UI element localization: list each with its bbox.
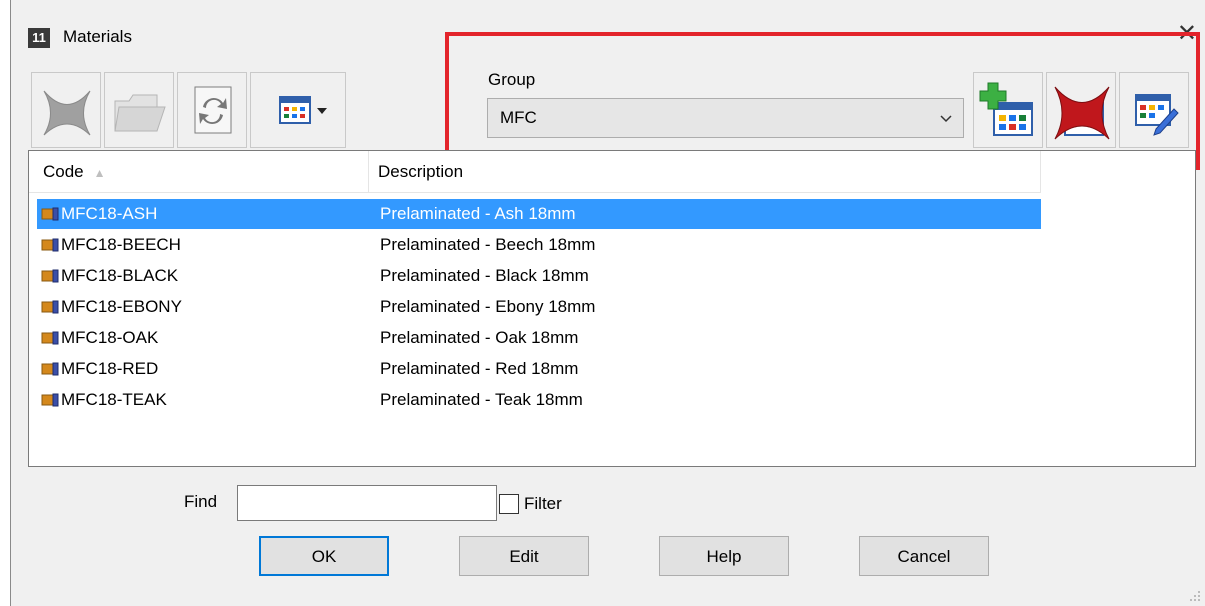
list-row[interactable]: MFC18-BLACK Prelaminated - Black 18mm <box>37 261 1041 291</box>
chevron-down-icon <box>940 115 952 123</box>
row-code: MFC18-RED <box>61 359 159 378</box>
column-header-description-label: Description <box>378 162 464 181</box>
material-icon <box>41 300 59 314</box>
row-code: MFC18-ASH <box>61 204 158 223</box>
close-button[interactable]: ✕ <box>1177 22 1197 46</box>
row-description: Prelaminated - Black 18mm <box>380 266 589 285</box>
row-description: Prelaminated - Beech 18mm <box>380 235 596 254</box>
group-selected-value: MFC <box>500 108 537 127</box>
view-dropdown-button[interactable] <box>250 72 346 148</box>
edit-grid-icon <box>1135 94 1179 136</box>
edit-group-button[interactable] <box>1119 72 1189 148</box>
material-icon <box>41 362 59 376</box>
refresh-icon <box>194 86 232 134</box>
column-header-code-label: Code <box>43 162 84 181</box>
open-folder-button[interactable] <box>104 72 174 148</box>
find-label: Find <box>184 492 218 511</box>
row-code: MFC18-BEECH <box>61 235 181 254</box>
window-title: Materials <box>63 27 132 46</box>
row-description: Prelaminated - Red 18mm <box>380 359 579 378</box>
list-header: Code ▲ Description <box>29 151 1041 193</box>
add-grid-icon <box>979 82 1033 136</box>
grid-dropdown-icon <box>279 96 327 124</box>
title-bar: 11 Materials ✕ <box>11 0 1205 60</box>
delete-x-icon <box>43 90 91 136</box>
row-description: Prelaminated - Ebony 18mm <box>380 297 596 316</box>
column-header-code[interactable]: Code ▲ <box>43 151 369 193</box>
refresh-button[interactable] <box>177 72 247 148</box>
list-row[interactable]: MFC18-RED Prelaminated - Red 18mm <box>37 354 1041 384</box>
material-icon <box>41 207 59 221</box>
row-description: Prelaminated - Oak 18mm <box>380 328 579 347</box>
row-description: Prelaminated - Ash 18mm <box>380 204 576 223</box>
row-description: Prelaminated - Teak 18mm <box>380 390 583 409</box>
resize-grip-icon[interactable] <box>1189 590 1201 602</box>
folder-icon <box>114 94 166 132</box>
list-row[interactable]: MFC18-TEAK Prelaminated - Teak 18mm <box>37 385 1041 415</box>
sort-ascending-icon: ▲ <box>93 166 106 180</box>
material-icon <box>41 238 59 252</box>
row-code: MFC18-OAK <box>61 328 159 347</box>
filter-label[interactable]: Filter <box>524 494 562 514</box>
list-row[interactable]: MFC18-BEECH Prelaminated - Beech 18mm <box>37 230 1041 260</box>
group-select[interactable]: MFC <box>487 98 964 138</box>
list-row[interactable]: MFC18-ASH Prelaminated - Ash 18mm <box>37 199 1041 229</box>
cancel-button[interactable]: Cancel <box>859 536 989 576</box>
list-row[interactable]: MFC18-OAK Prelaminated - Oak 18mm <box>37 323 1041 353</box>
material-icon <box>41 331 59 345</box>
find-input[interactable] <box>237 485 497 521</box>
material-icon <box>41 269 59 283</box>
delete-group-button[interactable] <box>1046 72 1116 148</box>
materials-dialog: 11 Materials ✕ Group MFC Code ▲ Descript… <box>10 0 1205 606</box>
column-header-description[interactable]: Description <box>378 151 1041 193</box>
list-row[interactable]: MFC18-EBONY Prelaminated - Ebony 18mm <box>37 292 1041 322</box>
filter-checkbox[interactable] <box>499 494 519 514</box>
row-code: MFC18-BLACK <box>61 266 179 285</box>
ok-button[interactable]: OK <box>259 536 389 576</box>
materials-list[interactable]: Code ▲ Description MFC18-ASH Prelaminated … <box>28 150 1196 467</box>
help-button[interactable]: Help <box>659 536 789 576</box>
edit-button[interactable]: Edit <box>459 536 589 576</box>
delete-button[interactable] <box>31 72 101 148</box>
delete-grid-icon <box>1054 86 1110 140</box>
app-icon: 11 <box>28 28 50 48</box>
group-label: Group <box>488 70 536 89</box>
material-icon <box>41 393 59 407</box>
add-group-button[interactable] <box>973 72 1043 148</box>
row-code: MFC18-EBONY <box>61 297 182 316</box>
row-code: MFC18-TEAK <box>61 390 167 409</box>
